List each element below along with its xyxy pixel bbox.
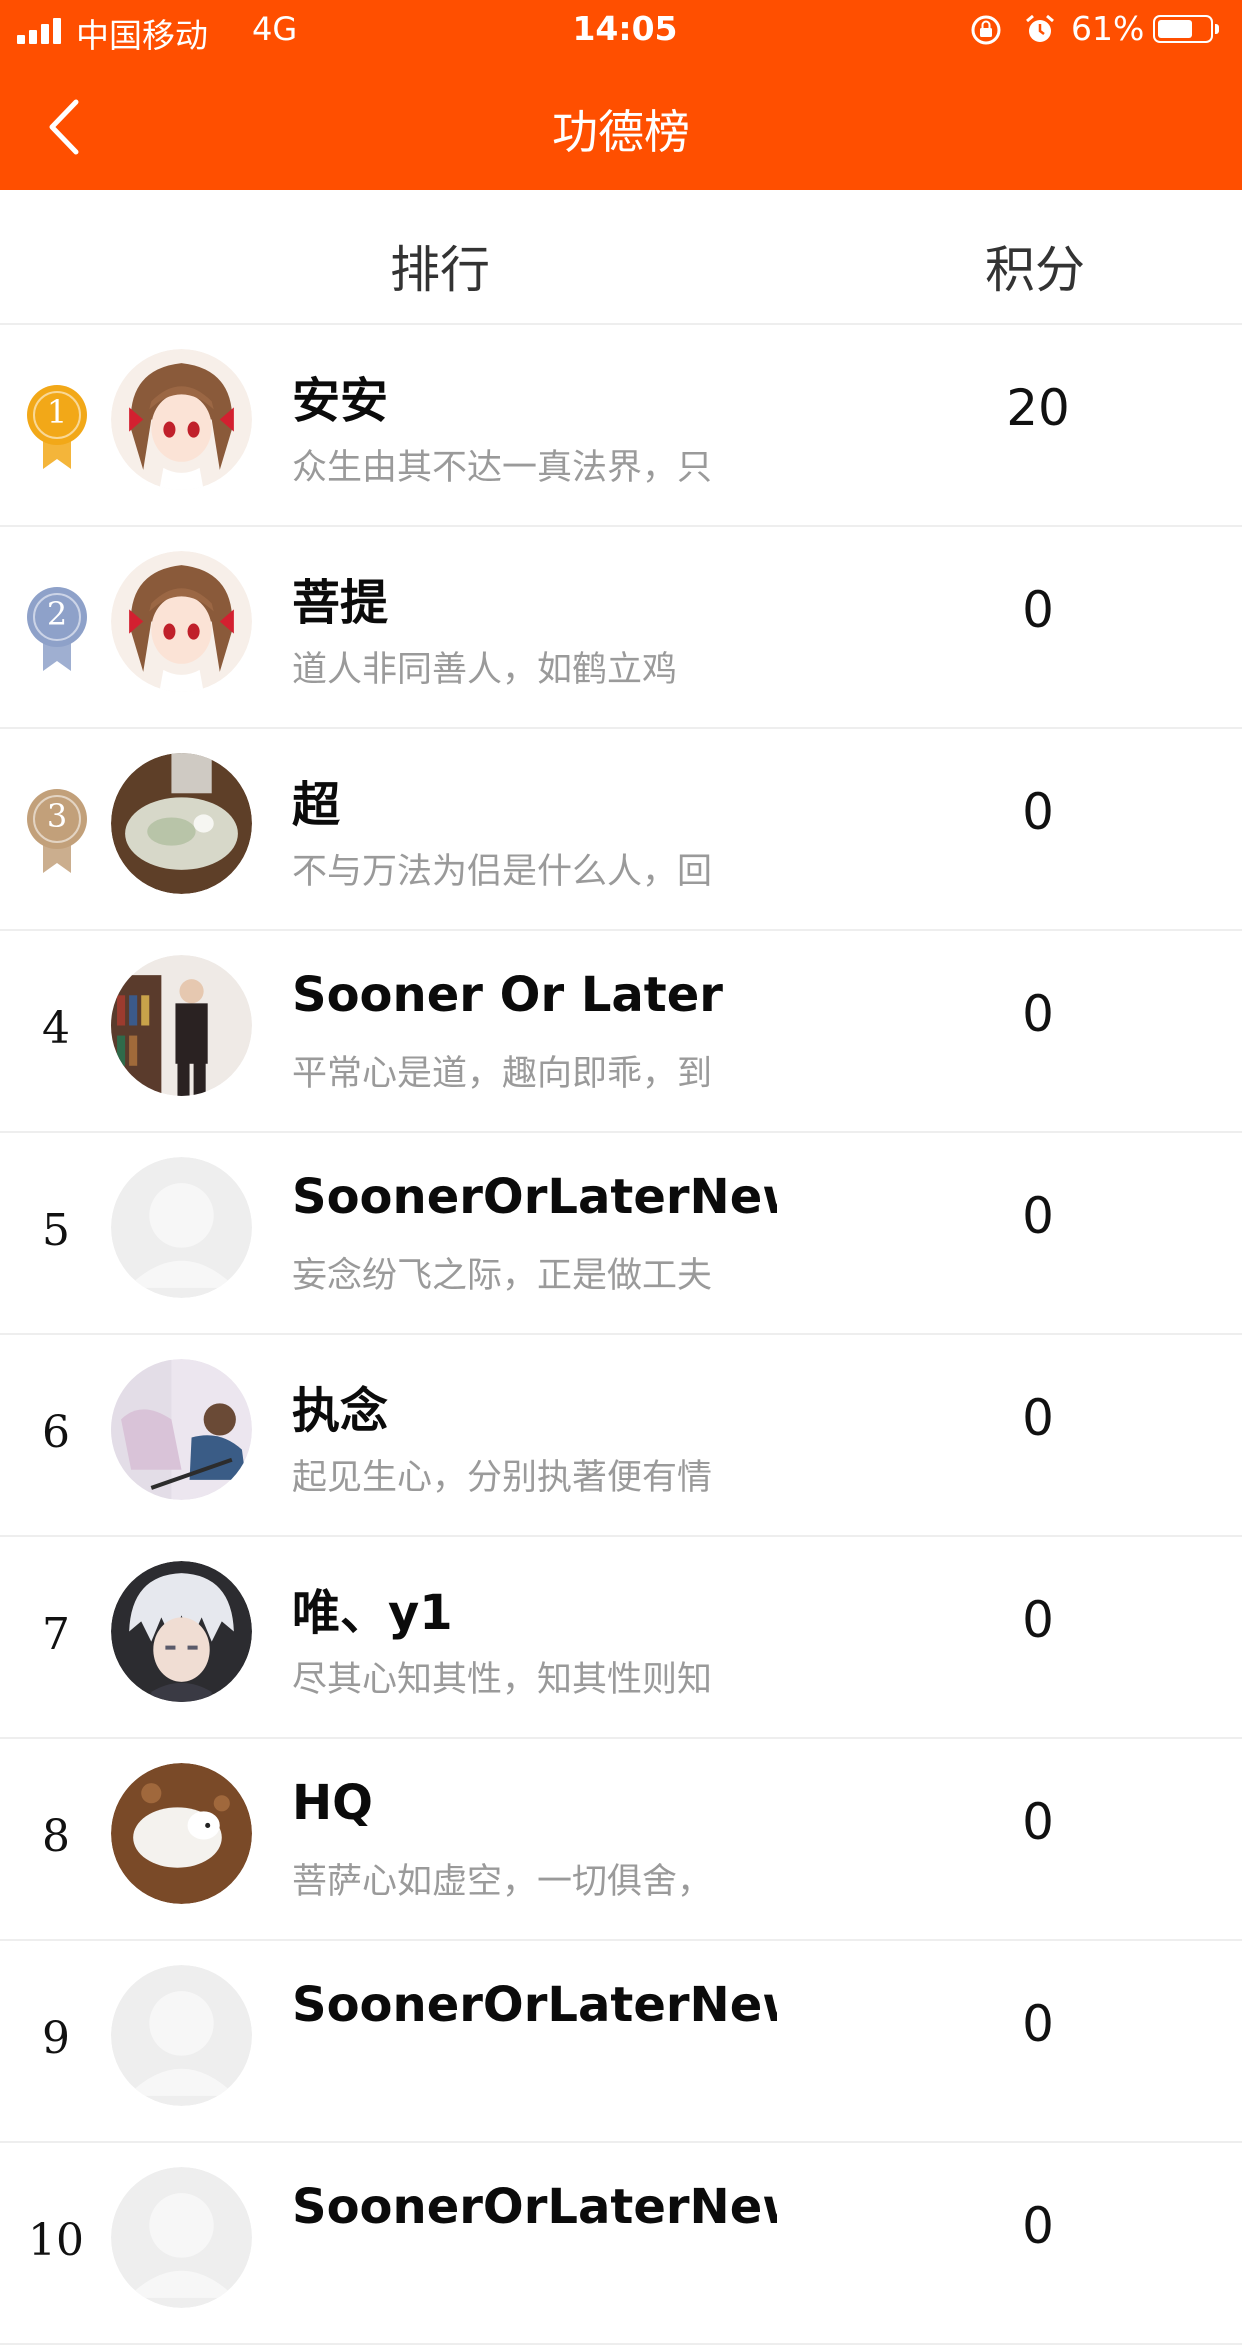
leaderboard-row[interactable]: 3 超不与万法为侣是什么人，回 0 [0, 729, 1242, 931]
default-avatar[interactable] [111, 2167, 252, 2308]
user-bio: 妄念纷飞之际，正是做工夫 [292, 1256, 713, 1296]
user-bio: 不与万法为侣是什么人，回 [292, 852, 713, 892]
user-bio: 菩萨心如虚空，一切俱舍， [292, 1862, 713, 1902]
user-score: 0 [1022, 1187, 1054, 1245]
rank-column-header: 排行 [390, 241, 490, 299]
alarm-icon [1026, 14, 1054, 42]
user-score: 0 [1022, 581, 1054, 639]
battery-percent: 61% [1071, 9, 1145, 48]
leaderboard-row[interactable]: 5 SoonerOrLaterNewBie 妄念纷飞之际，正是做工夫 0 [0, 1133, 1242, 1335]
user-score: 0 [1022, 985, 1054, 1043]
user-name: Sooner Or Later [292, 967, 723, 1023]
medal-rank-number: 1 [46, 393, 68, 431]
person-photo-avatar[interactable] [111, 955, 252, 1096]
silver-medal-icon: 2 [25, 585, 89, 673]
bronze-medal-icon: 3 [25, 787, 89, 875]
user-bio: 平常心是道，趣向即乖，到 [292, 1054, 713, 1094]
gold-medal-icon: 1 [25, 383, 89, 471]
leaderboard-row[interactable]: 4 Sooner Or Later 平常心是道，趣向即乖，到 0 [0, 931, 1242, 1133]
user-bio: 道人非同善人，如鹤立鸡 [292, 650, 678, 690]
leaderboard-row[interactable]: 7 唯、y1 尽其心知其性，知其性则知 0 [0, 1537, 1242, 1739]
user-score: 0 [1022, 1995, 1054, 2053]
user-name: 执念 [292, 1383, 389, 1439]
rank-number: 6 [42, 1407, 70, 1458]
leaderboard-row[interactable]: 6 执念起见生心，分别执著便有情 0 [0, 1335, 1242, 1537]
user-name: HQ [292, 1775, 373, 1831]
leaderboard-row[interactable]: 1 安安众生由其不达一真法界，只 20 [0, 325, 1242, 527]
child-photo-avatar[interactable] [111, 1359, 252, 1500]
user-bio: 众生由其不达一真法界，只 [292, 448, 713, 488]
user-name: 唯、y1 [292, 1585, 453, 1641]
user-bio: 尽其心知其性，知其性则知 [292, 1660, 713, 1700]
leaderboard-row[interactable]: 8 HQ 菩萨心如虚空，一切俱舍， 0 [0, 1739, 1242, 1941]
rank-number: 8 [42, 1811, 70, 1862]
user-name: SoonerOrLaterNewBie [292, 1169, 777, 1225]
anime-boy-avatar[interactable] [111, 1561, 252, 1702]
medal-rank-number: 2 [46, 595, 68, 633]
battery-icon [1153, 15, 1219, 43]
rank-number: 9 [42, 2013, 70, 2064]
leaderboard-row[interactable]: 9 SoonerOrLaterNewBie 0 [0, 1941, 1242, 2143]
rank-number: 4 [42, 1003, 70, 1054]
score-column-header: 积分 [985, 241, 1085, 299]
rank-number: 7 [42, 1609, 70, 1660]
leaderboard-row[interactable]: 2 菩提道人非同善人，如鹤立鸡 0 [0, 527, 1242, 729]
default-avatar[interactable] [111, 1157, 252, 1298]
anime-girl-avatar[interactable] [111, 349, 252, 490]
user-name: 超 [292, 777, 341, 833]
dog-photo-avatar[interactable] [111, 753, 252, 894]
user-score: 0 [1022, 1591, 1054, 1649]
user-bio: 起见生心，分别执著便有情 [292, 1458, 713, 1498]
status-bar: 中国移动 4G 14:05 61% [0, 0, 1242, 62]
user-score: 20 [1006, 379, 1070, 437]
user-name: SoonerOrLaterNewBie [292, 1977, 777, 2033]
user-score: 0 [1022, 783, 1054, 841]
leaderboard-row[interactable]: 10 SoonerOrLaterNewBie 0 [0, 2143, 1242, 2345]
user-score: 0 [1022, 1793, 1054, 1851]
rank-number: 10 [28, 2215, 84, 2266]
user-name: 安安 [292, 373, 389, 429]
page-title: 功德榜 [552, 105, 690, 159]
medal-rank-number: 3 [46, 797, 68, 835]
rotation-lock-icon [971, 15, 1001, 45]
user-score: 0 [1022, 1389, 1054, 1447]
leaderboard-list: 1 安安 众生由其不达一真法界，只 20 2 菩提 道人非同善人，如鹤立鸡 0 3 超不与万法为侣… [0, 325, 1242, 2345]
list-header: 排行 积分 [0, 190, 1242, 325]
anime-girl-avatar[interactable] [111, 551, 252, 692]
user-name: SoonerOrLaterNewBie [292, 2179, 777, 2235]
default-avatar[interactable] [111, 1965, 252, 2106]
user-name: 菩提 [292, 575, 389, 631]
user-score: 0 [1022, 2197, 1054, 2255]
rank-number: 5 [42, 1205, 70, 1256]
app-header: 中国移动 4G 14:05 61% 功德榜 [0, 0, 1242, 190]
white-dog-avatar[interactable] [111, 1763, 252, 1904]
